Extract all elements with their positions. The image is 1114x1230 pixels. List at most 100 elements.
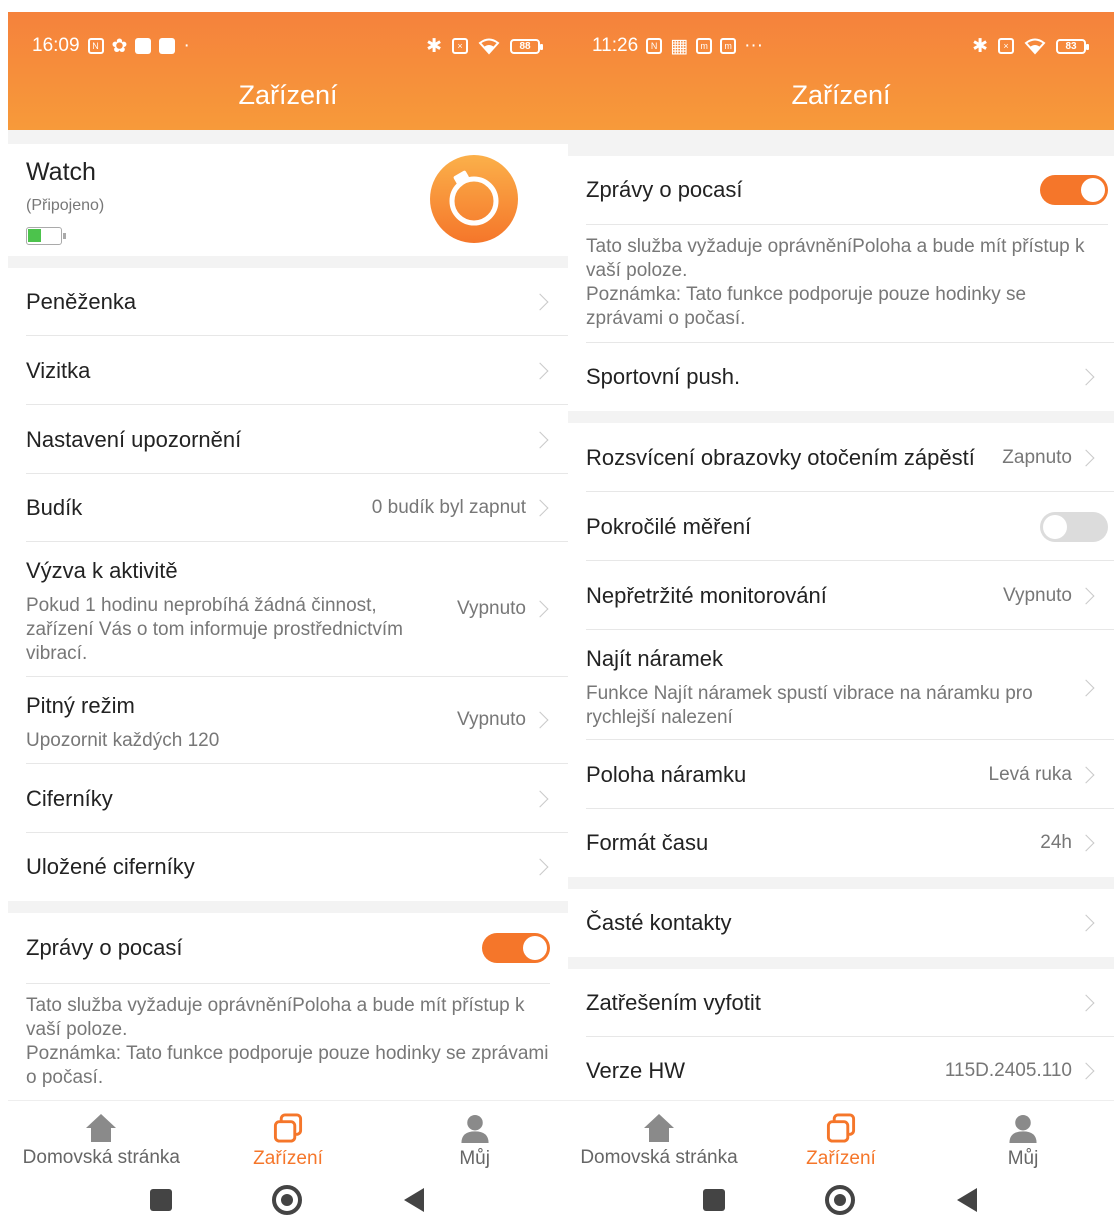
page-title: Zařízení xyxy=(238,80,338,110)
watch-faces-row[interactable]: Ciferníky xyxy=(8,764,568,833)
system-nav xyxy=(568,1170,1114,1230)
row-label: Peněženka xyxy=(26,289,137,314)
chevron-right-icon xyxy=(531,431,549,448)
chevron-right-icon xyxy=(531,600,549,618)
hw-version-row[interactable]: Verze HW 115D.2405.110 xyxy=(568,1037,1114,1105)
advanced-measurement-row: Pokročilé měření xyxy=(568,492,1114,561)
row-value: 115D.2405.110 xyxy=(944,1060,1072,1081)
status-time: 16:09 xyxy=(32,35,80,56)
weather-section: Zprávy o pocasí Tato služba vyžaduje opr… xyxy=(568,156,1114,343)
nav-me[interactable]: Můj xyxy=(932,1101,1114,1170)
back-icon[interactable] xyxy=(402,1187,426,1213)
row-label: Zatřešením vyfotit xyxy=(586,990,761,1015)
row-label: Rozsvícení obrazovky otočením zápěstí xyxy=(586,444,975,470)
band-position-row[interactable]: Poloha náramku Levá ruka xyxy=(568,740,1114,809)
home-icon xyxy=(644,1114,674,1142)
bottom-nav: Domovská stránka Zařízení Můj xyxy=(568,1100,1114,1170)
profile-icon xyxy=(1009,1114,1037,1144)
chevron-right-icon xyxy=(1077,834,1095,852)
business-card-row[interactable]: Vizitka xyxy=(8,336,568,405)
nav-device[interactable]: Zařízení xyxy=(750,1101,932,1170)
device-icon xyxy=(273,1113,303,1143)
nfc-icon: N xyxy=(646,38,663,54)
notification-icon: m xyxy=(720,38,737,54)
row-value: 0 budík byl zapnut xyxy=(371,497,526,518)
nav-device[interactable]: Zařízení xyxy=(195,1101,382,1170)
alarm-row[interactable]: Budík 0 budík byl zapnut xyxy=(8,474,568,542)
back-icon[interactable] xyxy=(955,1187,979,1213)
shake-photo-row[interactable]: Zatřešením vyfotit xyxy=(568,969,1114,1037)
nav-label: Domovská stránka xyxy=(22,1147,180,1168)
nav-me[interactable]: Můj xyxy=(381,1101,568,1170)
device-card[interactable]: Watch (Připojeno) xyxy=(8,144,568,256)
row-value: 24h xyxy=(1040,832,1072,853)
row-label: Pokročilé měření xyxy=(586,513,752,539)
status-bar: 16:09 N ✿ · ✱ × 88 xyxy=(32,34,543,58)
weather-description: Tato služba vyžaduje oprávněníPoloha a b… xyxy=(26,995,525,1040)
saved-watch-faces-row[interactable]: Uložené ciferníky xyxy=(8,833,568,901)
recents-icon[interactable] xyxy=(703,1189,725,1211)
row-value: Zapnuto xyxy=(1002,446,1072,468)
chevron-right-icon xyxy=(1077,587,1095,604)
bottom-nav: Domovská stránka Zařízení Můj xyxy=(8,1100,568,1170)
nav-label: Můj xyxy=(459,1148,490,1169)
chevron-right-icon xyxy=(1077,766,1095,783)
device-icon xyxy=(826,1113,856,1143)
nav-home[interactable]: Domovská stránka xyxy=(8,1101,195,1170)
battery-icon: 83 xyxy=(1056,38,1089,54)
weather-toggle[interactable] xyxy=(482,933,550,963)
top-bar: 11:26 N ▦ m m ··· ✱ × 83 Zařízení xyxy=(568,12,1114,130)
silent-icon: × xyxy=(452,38,468,54)
chevron-right-icon xyxy=(531,790,549,807)
chevron-right-icon xyxy=(531,362,549,379)
page-title: Zařízení xyxy=(791,80,891,110)
recents-icon[interactable] xyxy=(150,1189,172,1211)
wifi-icon xyxy=(1024,38,1046,55)
chevron-right-icon xyxy=(531,499,549,517)
weather-toggle[interactable] xyxy=(1040,175,1108,205)
nav-home[interactable]: Domovská stránka xyxy=(568,1101,750,1170)
nav-label: Zařízení xyxy=(253,1148,323,1169)
wallet-row[interactable]: Peněženka xyxy=(8,268,568,336)
wrist-raise-row[interactable]: Rozsvícení obrazovky otočením zápěstí Za… xyxy=(568,423,1114,492)
row-label: Vizitka xyxy=(26,357,91,383)
sport-push-row[interactable]: Sportovní push. xyxy=(568,343,1114,411)
row-label: Výzva k aktivitě xyxy=(26,558,178,583)
bluetooth-icon: ✱ xyxy=(972,35,988,57)
row-label: Ciferníky xyxy=(26,785,113,811)
weather-note: Poznámka: Tato funkce podporuje pouze ho… xyxy=(26,1043,549,1088)
activity-reminder-row[interactable]: Výzva k aktivitě Pokud 1 hodinu neprobíh… xyxy=(8,542,568,677)
weather-note: Poznámka: Tato funkce podporuje pouze ho… xyxy=(586,284,1027,329)
weather-description: Tato služba vyžaduje oprávněníPoloha a b… xyxy=(586,236,1085,281)
row-label: Pitný režim xyxy=(26,693,135,718)
right-screen: 11:26 N ▦ m m ··· ✱ × 83 Zařízení Zprávy… xyxy=(568,0,1114,1230)
row-label: Formát času xyxy=(586,830,709,855)
home-circle-icon[interactable] xyxy=(272,1185,302,1215)
frequent-contacts-row[interactable]: Časté kontakty xyxy=(568,889,1114,957)
gear-icon: ✿ xyxy=(111,35,128,57)
row-description: Funkce Najít náramek spustí vibrace na n… xyxy=(586,683,1033,728)
status-time: 11:26 xyxy=(592,35,639,56)
notification-settings-row[interactable]: Nastavení upozornění xyxy=(8,405,568,474)
row-label: Časté kontakty xyxy=(586,910,732,935)
advanced-measurement-toggle[interactable] xyxy=(1040,511,1108,542)
chevron-right-icon xyxy=(1077,449,1095,466)
notification-icon: m xyxy=(696,38,713,54)
home-circle-icon[interactable] xyxy=(825,1185,855,1215)
row-label: Sportovní push. xyxy=(586,364,741,389)
weather-section: Zprávy o pocasí Tato služba vyžaduje opr… xyxy=(8,913,568,1090)
row-label: Zprávy o pocasí xyxy=(586,177,743,202)
continuous-monitoring-row[interactable]: Nepřetržité monitorování Vypnuto xyxy=(568,561,1114,630)
battery-level-icon xyxy=(26,227,66,245)
chevron-right-icon xyxy=(1077,368,1095,386)
row-label: Najít náramek xyxy=(586,646,723,671)
profile-icon xyxy=(461,1114,489,1144)
chevron-right-icon xyxy=(1077,914,1095,932)
find-band-row[interactable]: Najít náramek Funkce Najít náramek spust… xyxy=(568,630,1114,740)
nav-label: Domovská stránka xyxy=(580,1147,738,1168)
drinking-reminder-row[interactable]: Pitný režim Upozornit každých 120 Vypnut… xyxy=(8,677,568,764)
chevron-right-icon xyxy=(1077,1062,1095,1080)
watch-icon xyxy=(430,155,518,243)
time-format-row[interactable]: Formát času 24h xyxy=(568,809,1114,877)
content: Zprávy o pocasí Tato služba vyžaduje opr… xyxy=(568,130,1114,1100)
